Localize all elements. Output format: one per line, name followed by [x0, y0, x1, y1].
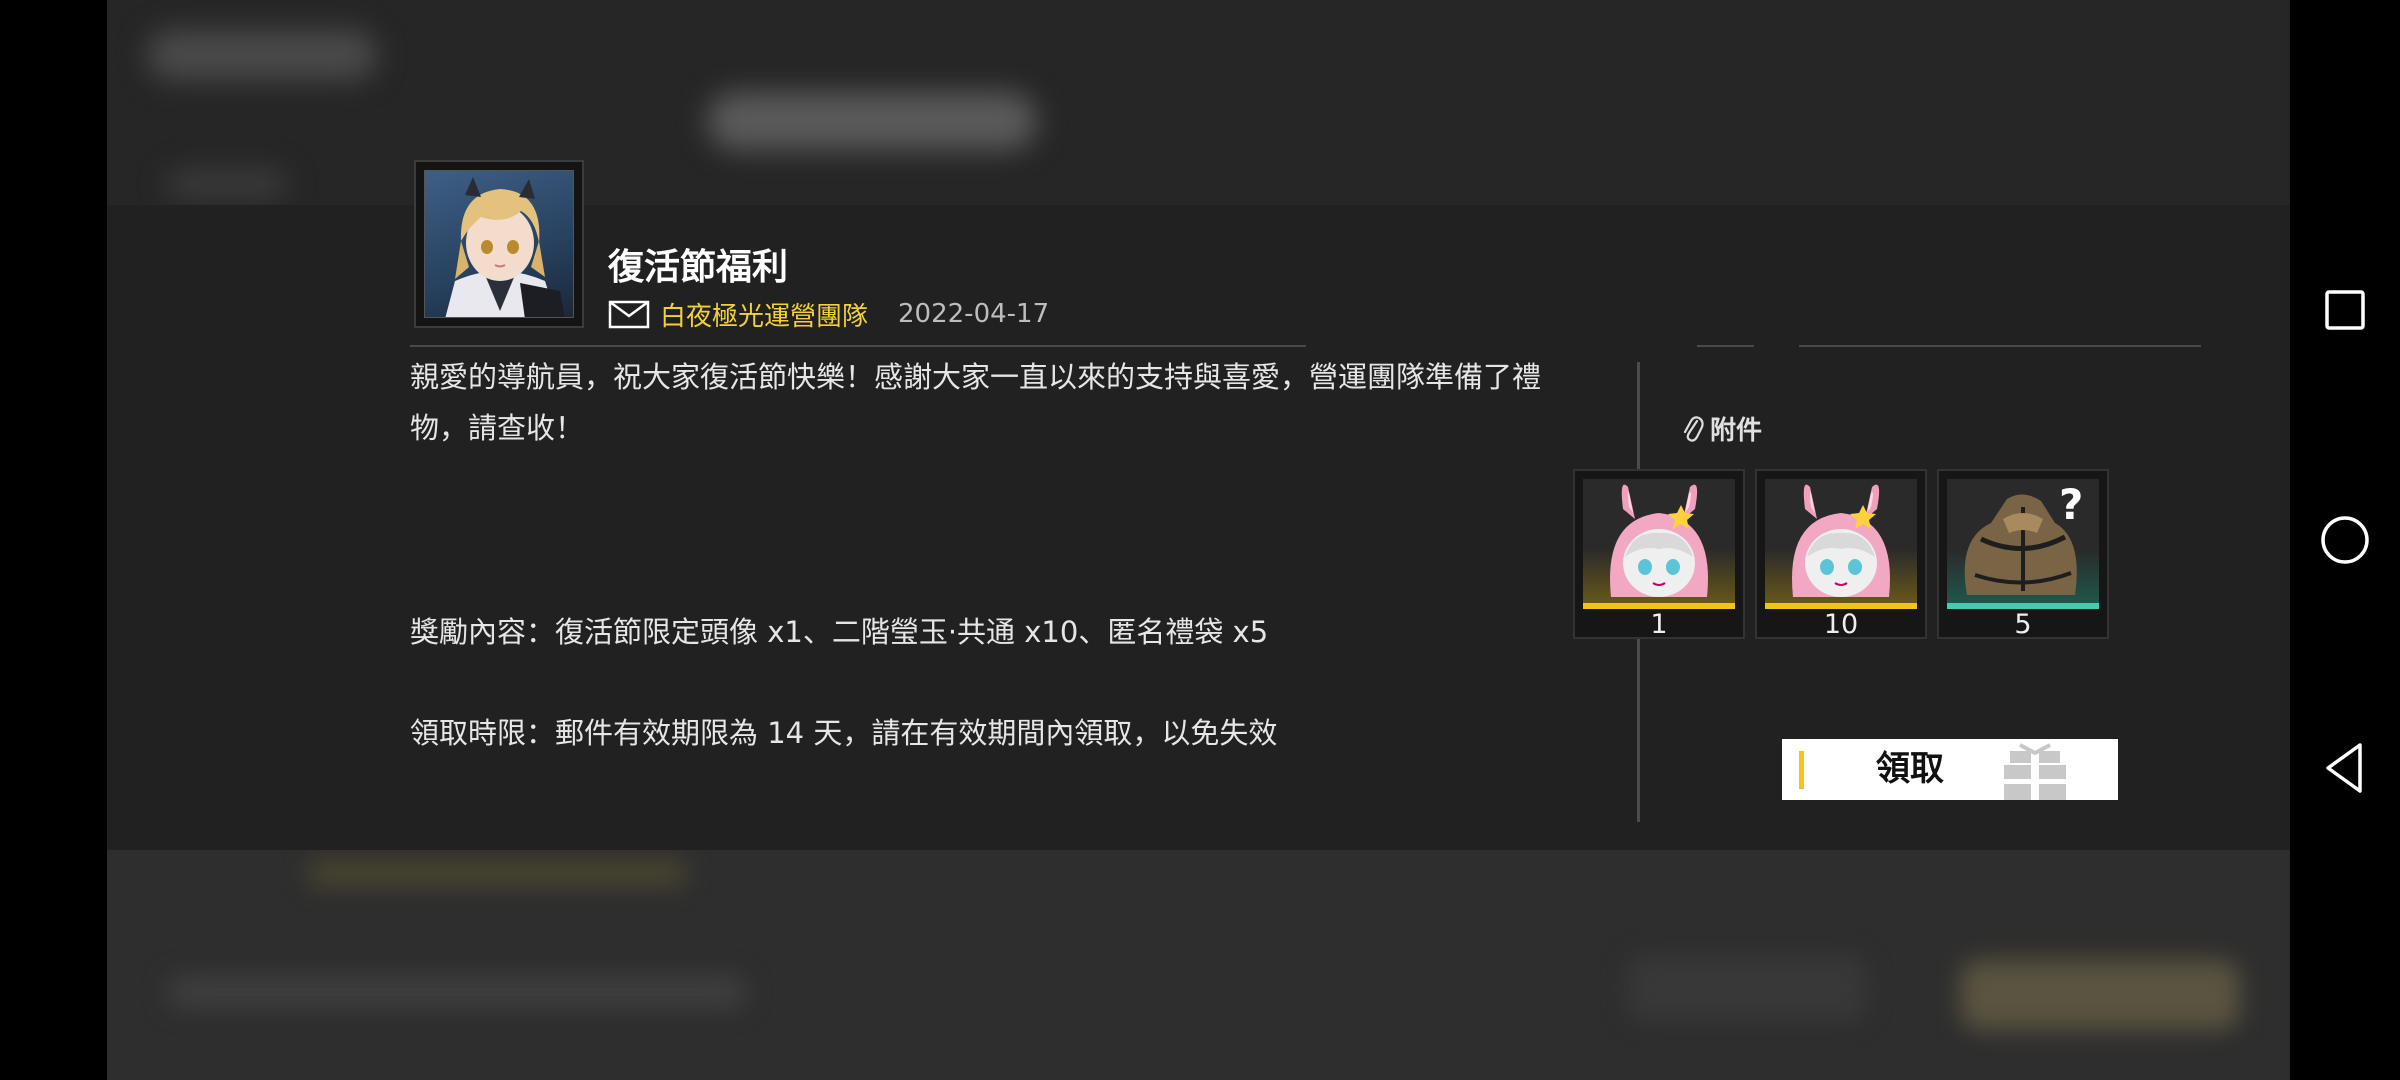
system-navigation-bar [2290, 0, 2400, 1080]
claim-button-label: 領取 [1876, 749, 1944, 789]
mail-body-deadline: 領取時限：郵件有效期限為 14 天，請在有效期間內領取，以免失效 [410, 716, 1278, 750]
sender-row: 白夜極光運營團隊 2022-04-17 [608, 296, 1049, 332]
bunny-hood-avatar-icon [1610, 484, 1708, 597]
sender-name: 白夜極光運營團隊 [660, 301, 869, 332]
attachment-count: 1 [1650, 609, 1668, 640]
divider [1697, 345, 1754, 347]
claim-button[interactable]: 領取 [1782, 739, 2118, 800]
attachments-label: 附件 [1710, 415, 1763, 446]
sender-avatar-frame [414, 160, 584, 328]
mail-body-rewards: 獎勵內容：復活節限定頭像 x1、二階瑩玉·共通 x10、匿名禮袋 x5 [410, 615, 1269, 649]
paperclip-icon [1683, 416, 1704, 442]
divider [410, 345, 1306, 347]
recent-apps-button[interactable] [2314, 279, 2376, 341]
attachment-item[interactable]: ? 5 [1937, 469, 2109, 640]
attachments-header: 附件 [1682, 408, 1762, 448]
bunny-hood-avatar-icon [1792, 484, 1890, 597]
back-button[interactable] [2314, 737, 2376, 799]
mail-date: 2022-04-17 [898, 299, 1050, 329]
character-portrait-icon [445, 177, 565, 317]
gift-pattern-icon [2004, 743, 2066, 800]
attachment-count: 5 [2014, 609, 2032, 640]
mail-body-greeting: 親愛的導航員，祝大家復活節快樂！感謝大家一直以來的支持與喜愛，營運團隊準備了禮物… [410, 360, 1542, 445]
mail-title: 復活節福利 [608, 247, 789, 288]
attachment-item[interactable]: 10 [1755, 469, 1927, 640]
game-viewport: 復活節福利 白夜極光運營團隊 2022-04-17 親愛的導航員，祝大家復活節快… [107, 0, 2290, 1080]
attachment-count: 10 [1823, 609, 1859, 640]
attachment-item[interactable]: 1 [1573, 469, 1745, 640]
envelope-icon [608, 300, 650, 329]
blurred-background-footer [107, 850, 2290, 1080]
screen: 復活節福利 白夜極光運營團隊 2022-04-17 親愛的導航員，祝大家復活節快… [0, 0, 2400, 1080]
svg-text:?: ? [2059, 480, 2083, 529]
divider [1799, 345, 2201, 347]
button-accent [1799, 751, 1804, 789]
home-button[interactable] [2314, 509, 2376, 571]
sender-avatar [424, 170, 574, 318]
mystery-bag-icon: ? [1964, 480, 2083, 595]
